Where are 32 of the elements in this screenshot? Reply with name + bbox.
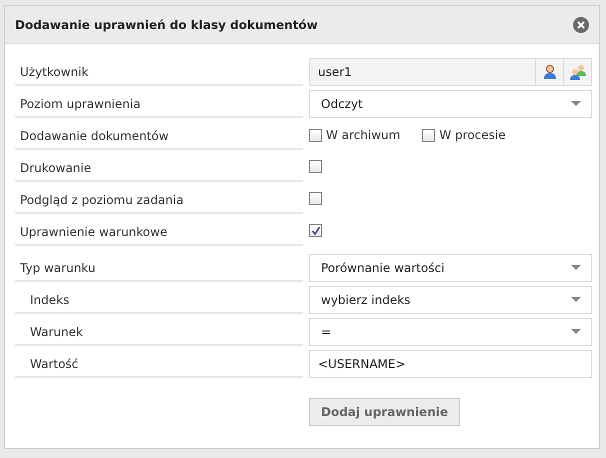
checkbox[interactable] xyxy=(309,128,322,142)
person-icon[interactable] xyxy=(542,64,558,80)
caret-icon xyxy=(571,329,581,335)
select-field[interactable]: = xyxy=(309,318,592,346)
select-field[interactable]: Porównanie wartości xyxy=(309,254,592,282)
checkbox[interactable] xyxy=(422,128,436,142)
input-field[interactable]: <USERNAME> xyxy=(309,350,592,378)
checkbox[interactable] xyxy=(309,224,322,237)
field-label: Uprawnienie warunkowe xyxy=(15,218,303,246)
close-icon[interactable] xyxy=(573,16,589,32)
checkbox[interactable] xyxy=(309,160,322,173)
select-field[interactable]: wybierz indeks xyxy=(309,286,592,314)
caret-icon xyxy=(571,101,581,107)
field-label: Dodawanie dokumentów xyxy=(15,122,303,150)
field-label: Użytkownik xyxy=(15,58,303,86)
dialog-title: Dodawanie uprawnień do klasy dokumentów xyxy=(15,18,318,32)
field-label: Podgląd z poziomu zadania xyxy=(15,186,303,214)
field-label: Wartość xyxy=(15,350,303,378)
user-field[interactable]: user1 xyxy=(309,58,592,86)
caret-icon xyxy=(571,297,581,303)
checkbox[interactable] xyxy=(309,192,322,205)
select-field[interactable]: Odczyt xyxy=(309,90,592,118)
field-label: Warunek xyxy=(15,318,303,346)
caret-icon xyxy=(571,265,581,271)
field-label: Poziom uprawnienia xyxy=(15,90,303,118)
field-label: Indeks xyxy=(15,286,303,314)
add-permission-button[interactable]: Dodaj uprawnienie xyxy=(309,398,460,426)
people-icon[interactable] xyxy=(568,64,586,80)
field-label: Typ warunku xyxy=(15,254,303,282)
checkbox-label[interactable]: W procesie xyxy=(439,128,506,142)
checkbox-label[interactable]: W archiwum xyxy=(326,128,400,142)
field-label: Drukowanie xyxy=(15,154,303,182)
